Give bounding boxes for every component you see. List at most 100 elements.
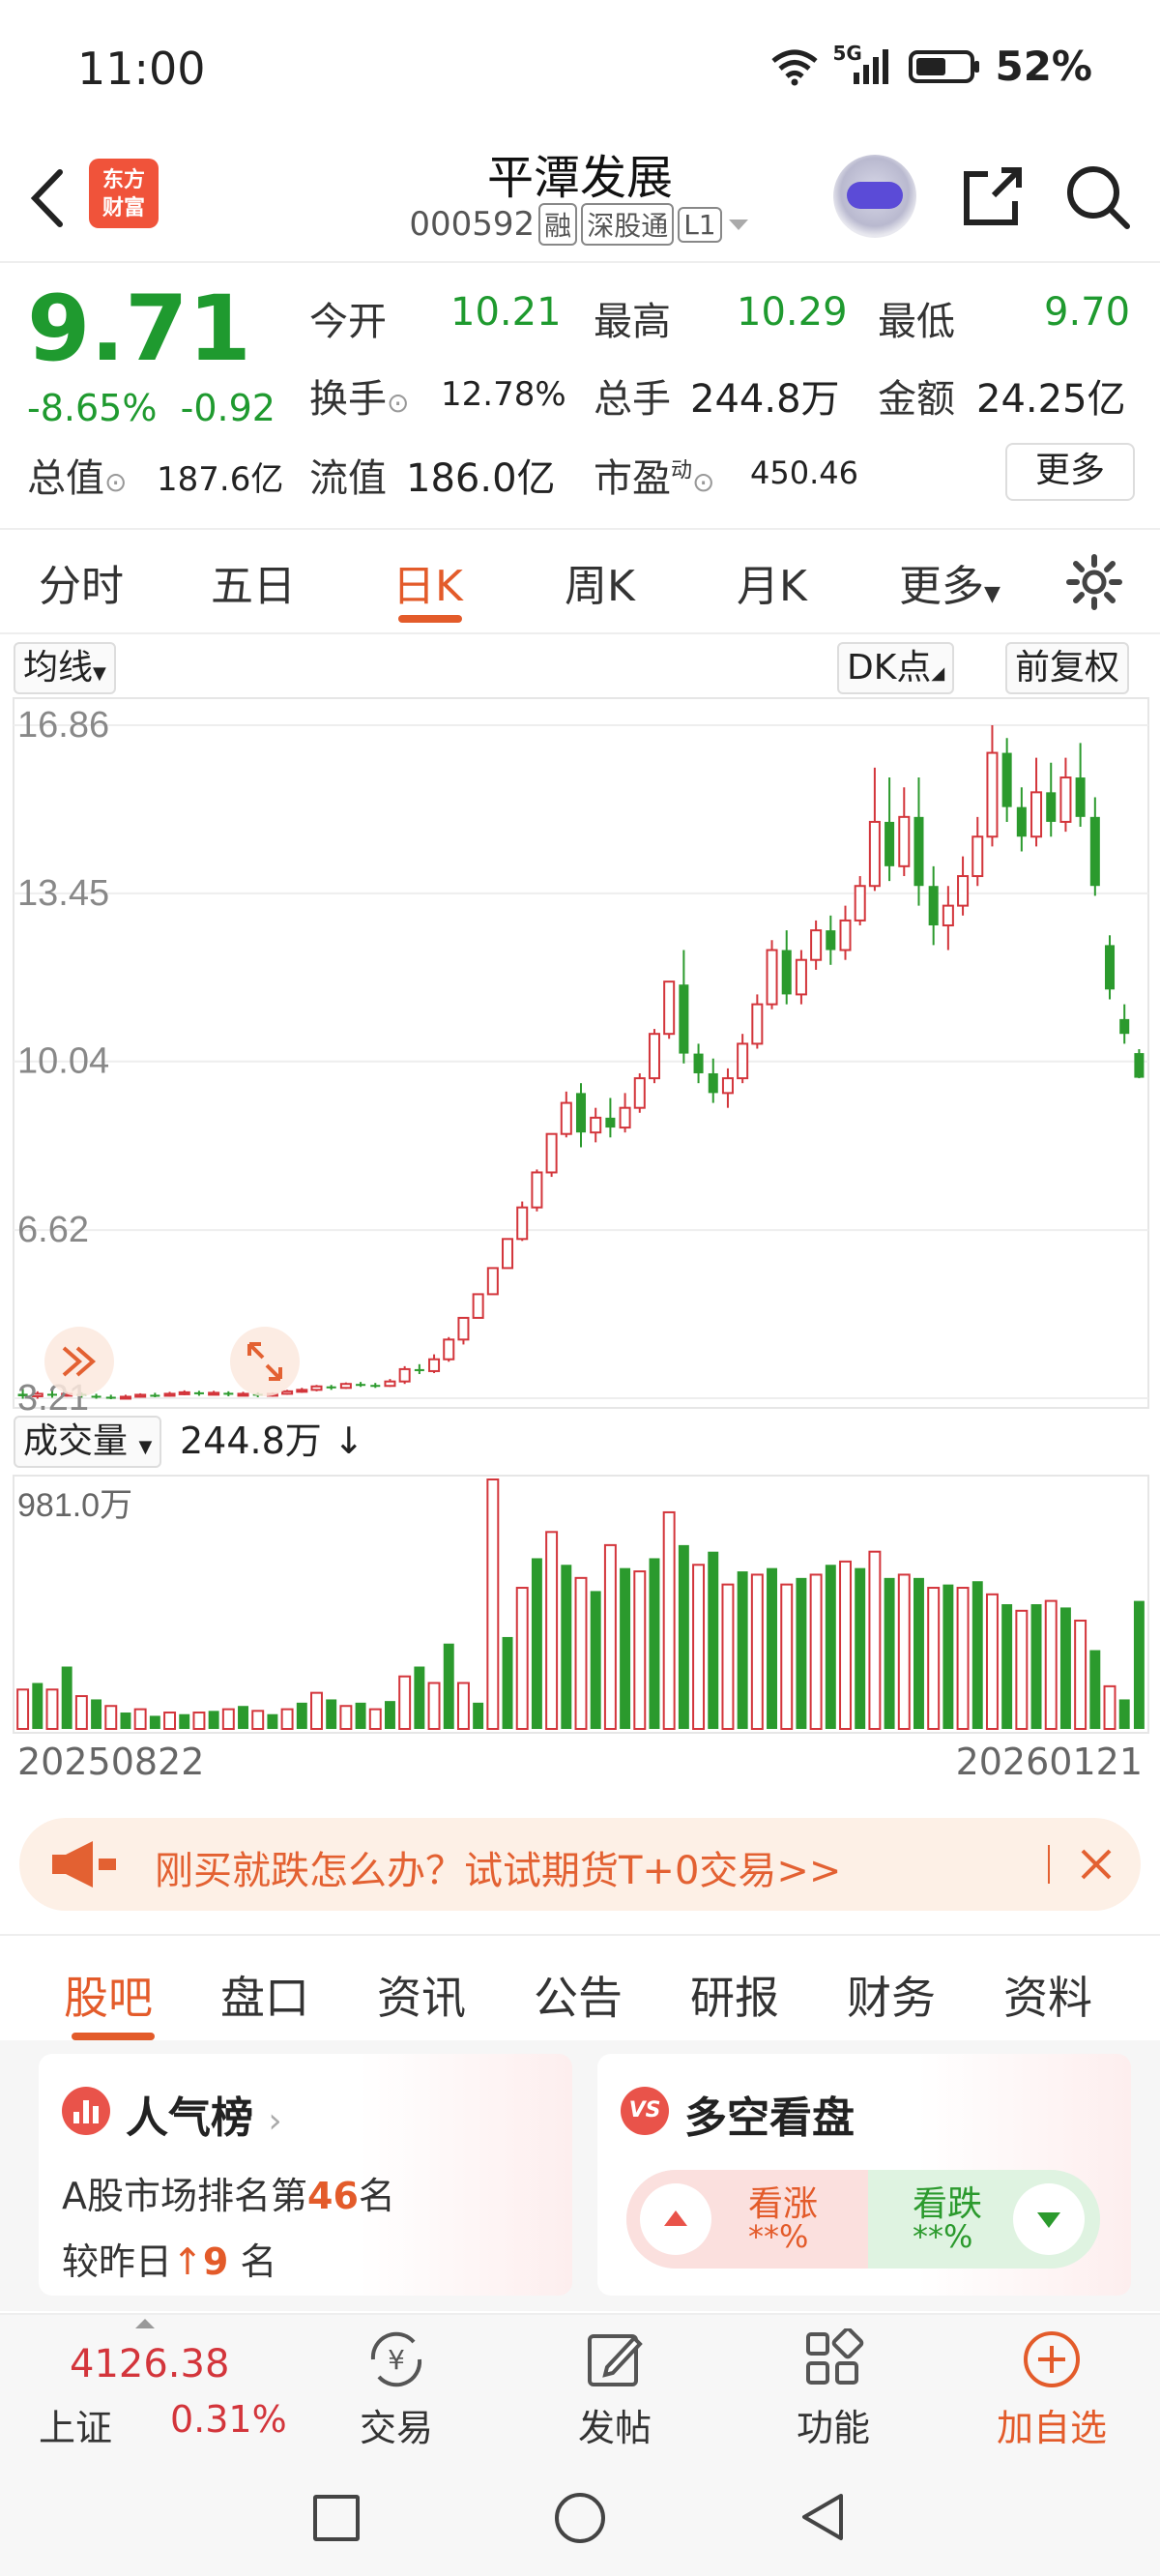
candle-body [957,875,970,907]
tab-intraday[interactable]: 分时 [39,551,124,613]
candle-body [384,1380,396,1388]
volume-bar [678,1544,689,1729]
turnover-label[interactable]: 换手⊙ [309,367,409,424]
tab-orderbook[interactable]: 盘口 [220,1963,309,2027]
volume-bar [531,1558,542,1729]
back-triangle-icon[interactable] [798,2491,847,2543]
status-bar: 11:00 5G 52% [0,0,1160,135]
open-value: 10.21 [450,290,562,335]
search-icon[interactable] [1063,162,1133,232]
fullscreen-icon[interactable] [230,1327,300,1396]
volume-bar [780,1583,794,1730]
expand-arrow-icon[interactable] [135,2319,155,2328]
turnover-value: 12.78% [441,375,566,414]
popularity-title: 人气榜 › [126,2093,282,2143]
functions-button[interactable]: 功能 [756,2315,911,2458]
add-watchlist-label: 加自选 [996,2407,1107,2449]
trade-label: 交易 [359,2407,433,2449]
tab-five-day[interactable]: 五日 [211,551,296,613]
volume-chart[interactable]: 981.0万 [0,1474,1160,1735]
volume-bar [456,1682,470,1730]
promo-banner[interactable]: 刚买就跌怎么办？试试期货T+0交易>> [19,1818,1141,1911]
indicator-selector[interactable]: 成交量 ▼ [14,1416,162,1468]
settings-gear-icon[interactable] [1065,553,1123,611]
tab-announcements[interactable]: 公告 [534,1963,623,2027]
candle-body [826,930,836,951]
recents-square-icon[interactable] [313,2495,360,2541]
tag-level: L1 [678,206,722,243]
grid-apps-icon [806,2328,864,2385]
ai-assistant-icon[interactable] [833,155,916,238]
ma-selector[interactable]: 均线▼ [14,642,116,694]
volume-bar [985,1593,999,1730]
volume-bar [809,1573,823,1730]
volume-max-label: 981.0万 [17,1487,132,1524]
bear-value: **% [913,2218,973,2255]
popularity-card[interactable]: 人气榜 › A股市场排名第46名 较昨日↑9 名 [39,2054,572,2296]
index-value[interactable]: 4126.38 [70,2342,229,2386]
tab-more[interactable]: 更多▼ [899,551,1000,613]
pe-label[interactable]: 市盈动⊙ [594,447,714,503]
tab-financials[interactable]: 财务 [847,1963,936,2027]
wifi-icon [771,49,819,85]
volume-readout: 244.8万 ↓ [180,1420,364,1462]
candle-body [150,1394,160,1397]
expand-left-icon[interactable] [44,1327,114,1396]
bottom-action-bar: 4126.38 上证 0.31% ¥ 交易 发帖 功能 加自选 [0,2313,1160,2458]
volume-label: 总手 [594,377,671,422]
up-triangle-icon [640,2183,711,2255]
tag-margin: 融 [538,203,578,246]
candle-body [310,1385,323,1391]
add-watchlist-button[interactable]: 加自选 [974,2315,1129,2458]
candle-body [633,1077,646,1109]
tab-research[interactable]: 研报 [690,1963,779,2027]
index-change: 0.31% [170,2398,287,2441]
candlestick-chart[interactable]: 16.8613.4510.046.623.21 [0,696,1160,1412]
tab-profile[interactable]: 资料 [1003,1963,1092,2027]
candle-body [605,1117,616,1128]
volume-bar [238,1706,248,1729]
tab-daily-k[interactable]: 日K [392,551,463,613]
tab-monthly-k[interactable]: 月K [737,551,807,613]
volume-bar [884,1577,895,1729]
post-button[interactable]: 发帖 [537,2315,692,2458]
more-button[interactable]: 更多 [1005,443,1135,501]
tab-forum[interactable]: 股吧 [64,1963,153,2027]
volume-bar [45,1688,59,1730]
volume-bar [737,1571,748,1729]
dk-point-selector[interactable]: DK点◢ [837,642,955,694]
bear-segment[interactable]: 看跌 **% [868,2170,1100,2269]
home-circle-icon[interactable] [555,2493,605,2543]
high-label: 最高 [594,300,671,344]
candle-body [868,820,881,888]
volume-bar [1089,1650,1101,1729]
candle-body [942,904,954,927]
high-value: 10.29 [737,290,848,335]
tab-news[interactable]: 资讯 [377,1963,466,2027]
pe-value: 450.46 [750,454,858,491]
candle-body [1119,1018,1130,1035]
active-section-underline [72,2033,155,2040]
close-icon[interactable] [1077,1845,1116,1884]
float-label: 流值 [309,456,387,501]
y-tick-label: 6.62 [17,1210,89,1250]
volume-bar [104,1705,118,1731]
volume-bar [443,1643,454,1729]
x-end-date: 20260121 [955,1741,1143,1783]
bull-value: **% [748,2218,809,2255]
volume-bar [708,1551,719,1729]
mktcap-label[interactable]: 总值⊙ [27,447,127,503]
volume-bar [561,1565,572,1729]
adjust-selector[interactable]: 前复权 [1005,642,1130,694]
cell-signal-icon: 5G [832,42,894,88]
trade-button[interactable]: ¥ 交易 [319,2315,474,2458]
volume-bar [574,1576,588,1730]
candle-body [91,1395,102,1398]
tab-weekly-k[interactable]: 周K [565,551,635,613]
volume-bar [1059,1607,1071,1729]
volume-bar [603,1543,617,1731]
info-icon: ⊙ [692,466,715,498]
share-icon[interactable] [959,162,1027,230]
promo-text: 刚买就跌怎么办？试试期货T+0交易>> [155,1849,842,1893]
bull-segment[interactable]: 看涨 **% [626,2170,868,2269]
